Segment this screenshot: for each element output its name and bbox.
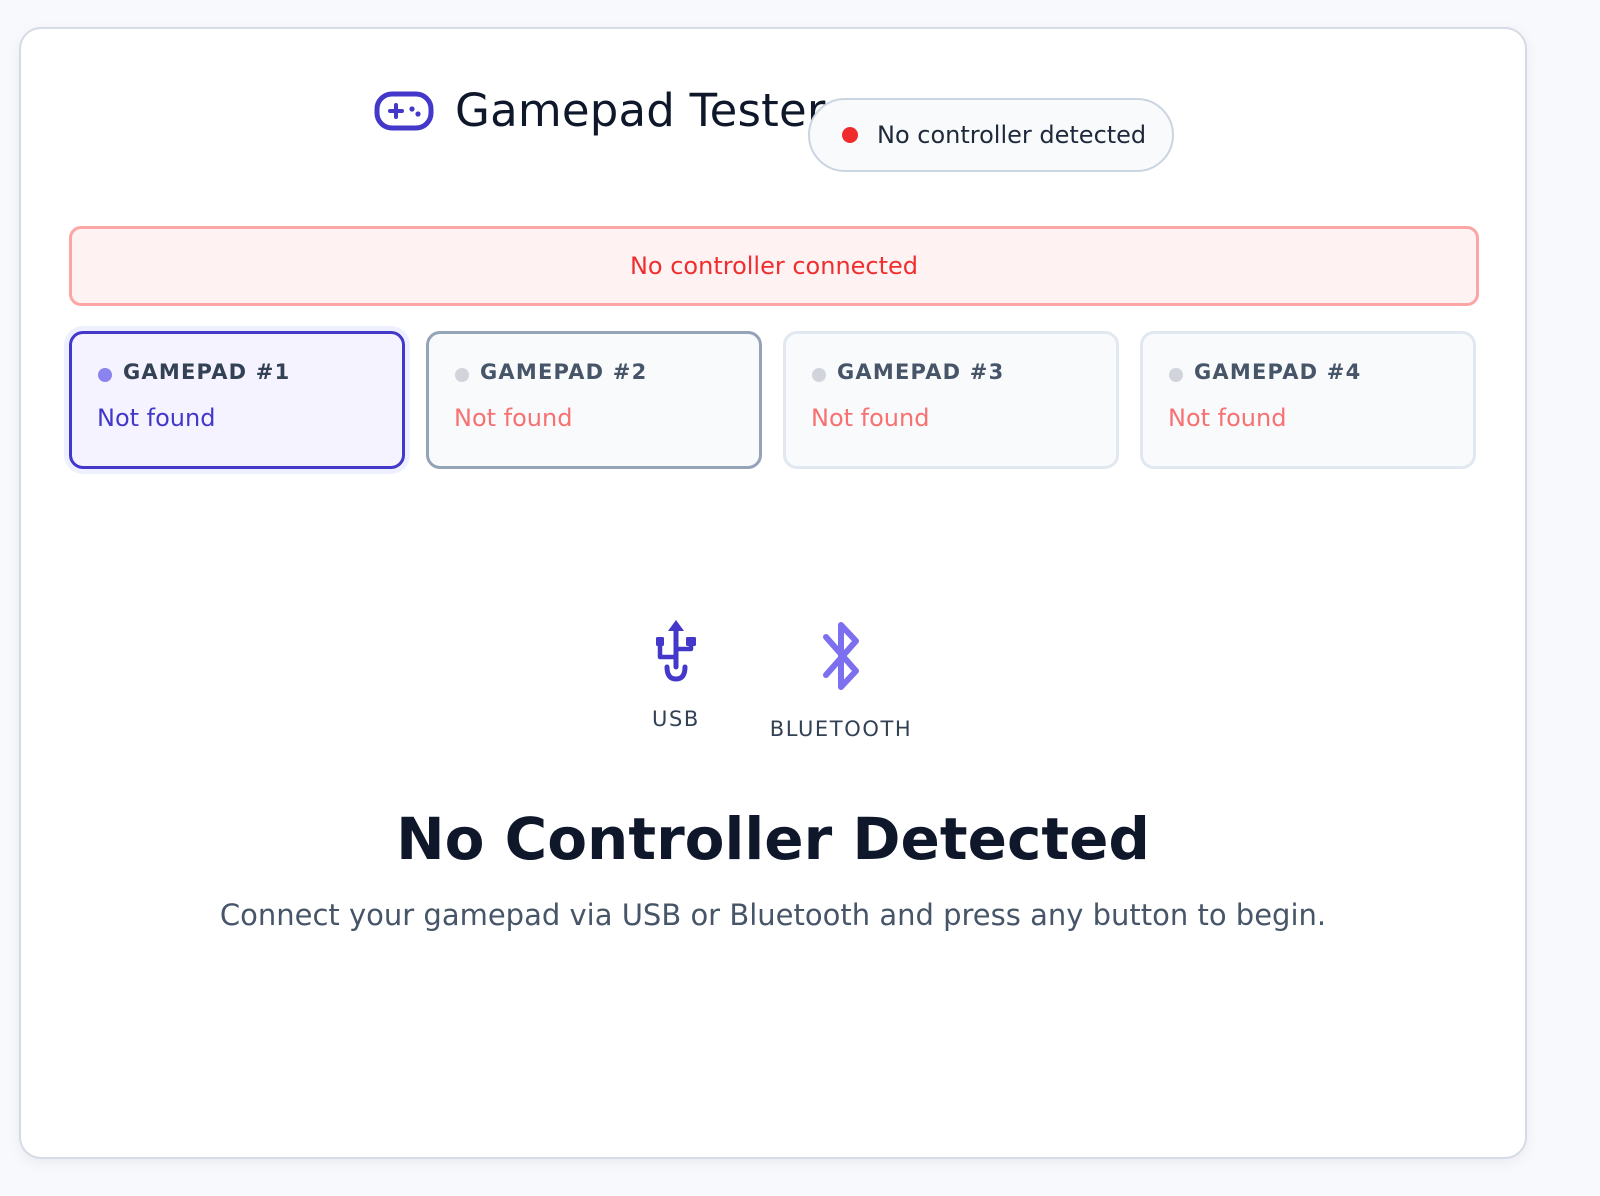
gamepad-slots: GAMEPAD #1 Not found GAMEPAD #2 Not foun… [69,331,1479,469]
usb-label: USB [652,707,700,731]
connection-status-text: No controller detected [877,121,1147,149]
usb-connection: USB [621,617,731,731]
slot-status: Not found [811,404,930,432]
empty-state-subtitle: Connect your gamepad via USB or Bluetoot… [219,898,1327,932]
slot-status: Not found [454,404,573,432]
bluetooth-icon [823,622,859,690]
bluetooth-label: BLUETOOTH [769,717,913,741]
usb-icon [656,620,696,682]
gamepad-icon [374,91,434,131]
slot-indicator-dot [1169,368,1183,382]
connection-status-badge: No controller detected [808,98,1174,172]
slot-status: Not found [97,404,216,432]
slot-status: Not found [1168,404,1287,432]
slot-name: GAMEPAD #3 [837,360,1005,384]
slot-indicator-dot [98,368,112,382]
gamepad-slot-2[interactable]: GAMEPAD #2 Not found [426,331,762,469]
slot-name: GAMEPAD #4 [1194,360,1362,384]
slot-indicator-dot [812,368,826,382]
tester-card: Gamepad Tester No controller detected No… [19,27,1527,1159]
status-dot-icon [842,127,858,143]
bluetooth-connection: BLUETOOTH [766,617,916,741]
gamepad-slot-3[interactable]: GAMEPAD #3 Not found [783,331,1119,469]
slot-indicator-dot [455,368,469,382]
app-title: Gamepad Tester [455,84,826,137]
gamepad-slot-4[interactable]: GAMEPAD #4 Not found [1140,331,1476,469]
no-controller-alert: No controller connected [69,226,1479,306]
slot-name: GAMEPAD #2 [480,360,648,384]
alert-message: No controller connected [629,252,919,280]
empty-state-title: No Controller Detected [396,805,1150,873]
slot-name: GAMEPAD #1 [123,360,291,384]
gamepad-slot-1[interactable]: GAMEPAD #1 Not found [69,331,405,469]
